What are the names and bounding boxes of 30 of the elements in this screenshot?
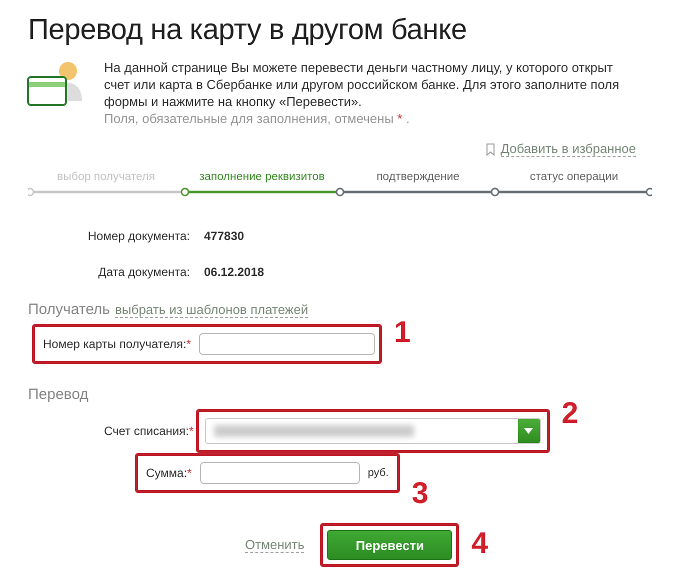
amount-field[interactable]	[200, 462, 360, 484]
step-label: подтверждение	[375, 171, 461, 185]
card-number-field[interactable]	[199, 333, 376, 355]
field-value: 06.12.2018	[204, 265, 266, 279]
field-label: Номер документа:	[86, 229, 190, 243]
section-heading: Получатель	[28, 301, 110, 318]
field-label: Номер карты получателя:*	[42, 337, 192, 351]
account-select[interactable]	[204, 418, 541, 444]
required-note: Поля, обязательные для заполнения, отмечены * .	[104, 110, 411, 127]
field-label: Счет списания:*	[104, 424, 195, 438]
templates-link[interactable]: выбрать из шаблонов платежей	[115, 302, 308, 318]
field-label: Сумма:*	[145, 466, 193, 480]
cancel-link[interactable]: Отменить	[245, 537, 304, 553]
step-label: выбор получателя	[56, 171, 156, 185]
callout-number: 2	[562, 399, 578, 429]
field-label: Дата документа:	[97, 265, 190, 279]
step-label: статус операции	[528, 171, 620, 185]
step-label: заполнение реквизитов	[198, 171, 326, 185]
callout-number: 4	[471, 529, 488, 559]
field-value: 477830	[204, 229, 246, 243]
page-title: Перевод на карту в другом банке	[28, 14, 468, 47]
submit-button[interactable]: Перевести	[327, 530, 452, 560]
callout-number: 1	[394, 318, 411, 348]
section-heading: Перевод	[28, 386, 88, 403]
add-favorite-link[interactable]: Добавить в избранное	[500, 141, 636, 157]
callout-number: 3	[412, 479, 428, 509]
dropdown-arrow-icon	[524, 428, 534, 434]
bookmark-icon	[486, 142, 495, 156]
currency-unit: руб.	[366, 467, 390, 479]
intro-text: На данной странице Вы можете перевести деньги частному лицу, у которого открыт счет или карта в Сбербанке или другом российском банке. Для этого заполните поля формы и нажмите на кнопку «Перевести».	[104, 59, 620, 110]
